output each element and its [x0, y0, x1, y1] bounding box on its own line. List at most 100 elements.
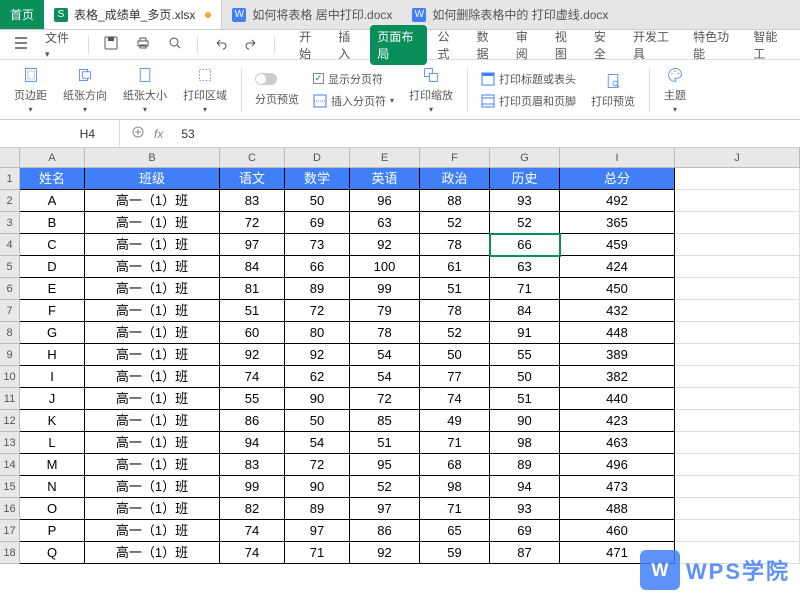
data-cell[interactable]: 459 [560, 234, 675, 256]
row-header[interactable]: 17 [0, 520, 19, 542]
data-cell[interactable]: 73 [285, 234, 350, 256]
row-header[interactable]: 8 [0, 322, 19, 344]
data-cell[interactable]: 高一（1）班 [85, 432, 220, 454]
data-cell[interactable]: 90 [285, 476, 350, 498]
menu-9[interactable]: 特色功能 [686, 25, 742, 65]
data-cell[interactable]: L [20, 432, 85, 454]
data-cell[interactable]: G [20, 322, 85, 344]
data-cell[interactable]: 高一（1）班 [85, 190, 220, 212]
data-cell[interactable]: 91 [490, 322, 560, 344]
data-cell[interactable]: 72 [350, 388, 420, 410]
toggle-button[interactable] [250, 71, 304, 87]
data-cell[interactable]: 95 [350, 454, 420, 476]
margin-button[interactable]: 页边距▾ [8, 65, 53, 114]
header-cell[interactable] [675, 168, 800, 190]
data-cell[interactable]: 50 [285, 410, 350, 432]
data-cell[interactable]: 高一（1）班 [85, 520, 220, 542]
data-cell[interactable]: 68 [420, 454, 490, 476]
grid[interactable]: 姓名班级语文数学英语政治历史总分A高一（1）班8350968893492B高一（… [20, 168, 800, 564]
menu-4[interactable]: 数据 [470, 25, 505, 65]
data-cell[interactable]: 65 [420, 520, 490, 542]
data-cell[interactable]: 74 [420, 388, 490, 410]
menu-2[interactable]: 页面布局 [370, 25, 426, 65]
data-cell[interactable]: 71 [490, 278, 560, 300]
data-cell[interactable] [675, 278, 800, 300]
data-cell[interactable]: 50 [490, 366, 560, 388]
header-footer-button[interactable]: 打印页眉和页脚 [476, 91, 581, 111]
insert-break-button[interactable]: 插入分页符▾ [308, 91, 399, 111]
data-cell[interactable] [675, 256, 800, 278]
data-cell[interactable]: 51 [220, 300, 285, 322]
col-header[interactable]: D [285, 148, 350, 167]
data-cell[interactable]: 51 [350, 432, 420, 454]
data-cell[interactable]: 55 [490, 344, 560, 366]
data-cell[interactable]: 69 [285, 212, 350, 234]
data-cell[interactable]: 80 [285, 322, 350, 344]
data-cell[interactable]: 54 [350, 366, 420, 388]
data-cell[interactable]: I [20, 366, 85, 388]
data-cell[interactable]: 432 [560, 300, 675, 322]
fx-dropdown-icon[interactable] [130, 124, 146, 143]
data-cell[interactable]: M [20, 454, 85, 476]
data-cell[interactable]: K [20, 410, 85, 432]
data-cell[interactable] [675, 366, 800, 388]
data-cell[interactable]: 52 [490, 212, 560, 234]
row-header[interactable]: 12 [0, 410, 19, 432]
menu-6[interactable]: 视图 [548, 25, 583, 65]
data-cell[interactable]: 82 [220, 498, 285, 520]
data-cell[interactable]: 51 [490, 388, 560, 410]
data-cell[interactable]: 79 [350, 300, 420, 322]
data-cell[interactable]: 99 [220, 476, 285, 498]
data-cell[interactable] [675, 234, 800, 256]
data-cell[interactable]: 高一（1）班 [85, 212, 220, 234]
data-cell[interactable]: 71 [285, 542, 350, 564]
data-cell[interactable]: 90 [285, 388, 350, 410]
data-cell[interactable]: 87 [490, 542, 560, 564]
data-cell[interactable]: 72 [285, 300, 350, 322]
data-cell[interactable]: 97 [220, 234, 285, 256]
data-cell[interactable]: 74 [220, 366, 285, 388]
data-cell[interactable]: 50 [285, 190, 350, 212]
header-cell[interactable]: 历史 [490, 168, 560, 190]
data-cell[interactable]: 高一（1）班 [85, 388, 220, 410]
size-button[interactable]: 纸张大小▾ [117, 65, 173, 114]
row-header[interactable]: 15 [0, 476, 19, 498]
data-cell[interactable]: 85 [350, 410, 420, 432]
data-cell[interactable]: 49 [420, 410, 490, 432]
data-cell[interactable]: 72 [285, 454, 350, 476]
data-cell[interactable]: 473 [560, 476, 675, 498]
row-header[interactable]: 11 [0, 388, 19, 410]
menu-7[interactable]: 安全 [587, 25, 622, 65]
data-cell[interactable]: 97 [285, 520, 350, 542]
print-preview-button[interactable]: 打印预览 [585, 71, 641, 109]
col-header[interactable]: B [85, 148, 220, 167]
col-header[interactable]: C [220, 148, 285, 167]
data-cell[interactable]: D [20, 256, 85, 278]
menu-3[interactable]: 公式 [431, 25, 466, 65]
row-header[interactable]: 1 [0, 168, 19, 190]
data-cell[interactable]: H [20, 344, 85, 366]
data-cell[interactable]: 78 [420, 234, 490, 256]
data-cell[interactable]: 高一（1）班 [85, 366, 220, 388]
data-cell[interactable]: 高一（1）班 [85, 498, 220, 520]
data-cell[interactable] [675, 322, 800, 344]
preview-icon[interactable] [162, 33, 188, 56]
data-cell[interactable] [675, 212, 800, 234]
data-cell[interactable]: 86 [220, 410, 285, 432]
data-cell[interactable]: 93 [490, 498, 560, 520]
data-cell[interactable]: 高一（1）班 [85, 322, 220, 344]
data-cell[interactable]: 高一（1）班 [85, 476, 220, 498]
header-cell[interactable]: 总分 [560, 168, 675, 190]
data-cell[interactable]: 86 [350, 520, 420, 542]
col-header[interactable]: G [490, 148, 560, 167]
data-cell[interactable]: 488 [560, 498, 675, 520]
menu-1[interactable]: 插入 [331, 25, 366, 65]
name-box[interactable]: H4 [0, 120, 120, 147]
print-icon[interactable] [130, 33, 156, 56]
data-cell[interactable]: 97 [350, 498, 420, 520]
col-header[interactable]: I [560, 148, 675, 167]
undo-icon[interactable] [207, 33, 233, 56]
data-cell[interactable]: 63 [350, 212, 420, 234]
data-cell[interactable]: 83 [220, 190, 285, 212]
row-header[interactable]: 6 [0, 278, 19, 300]
